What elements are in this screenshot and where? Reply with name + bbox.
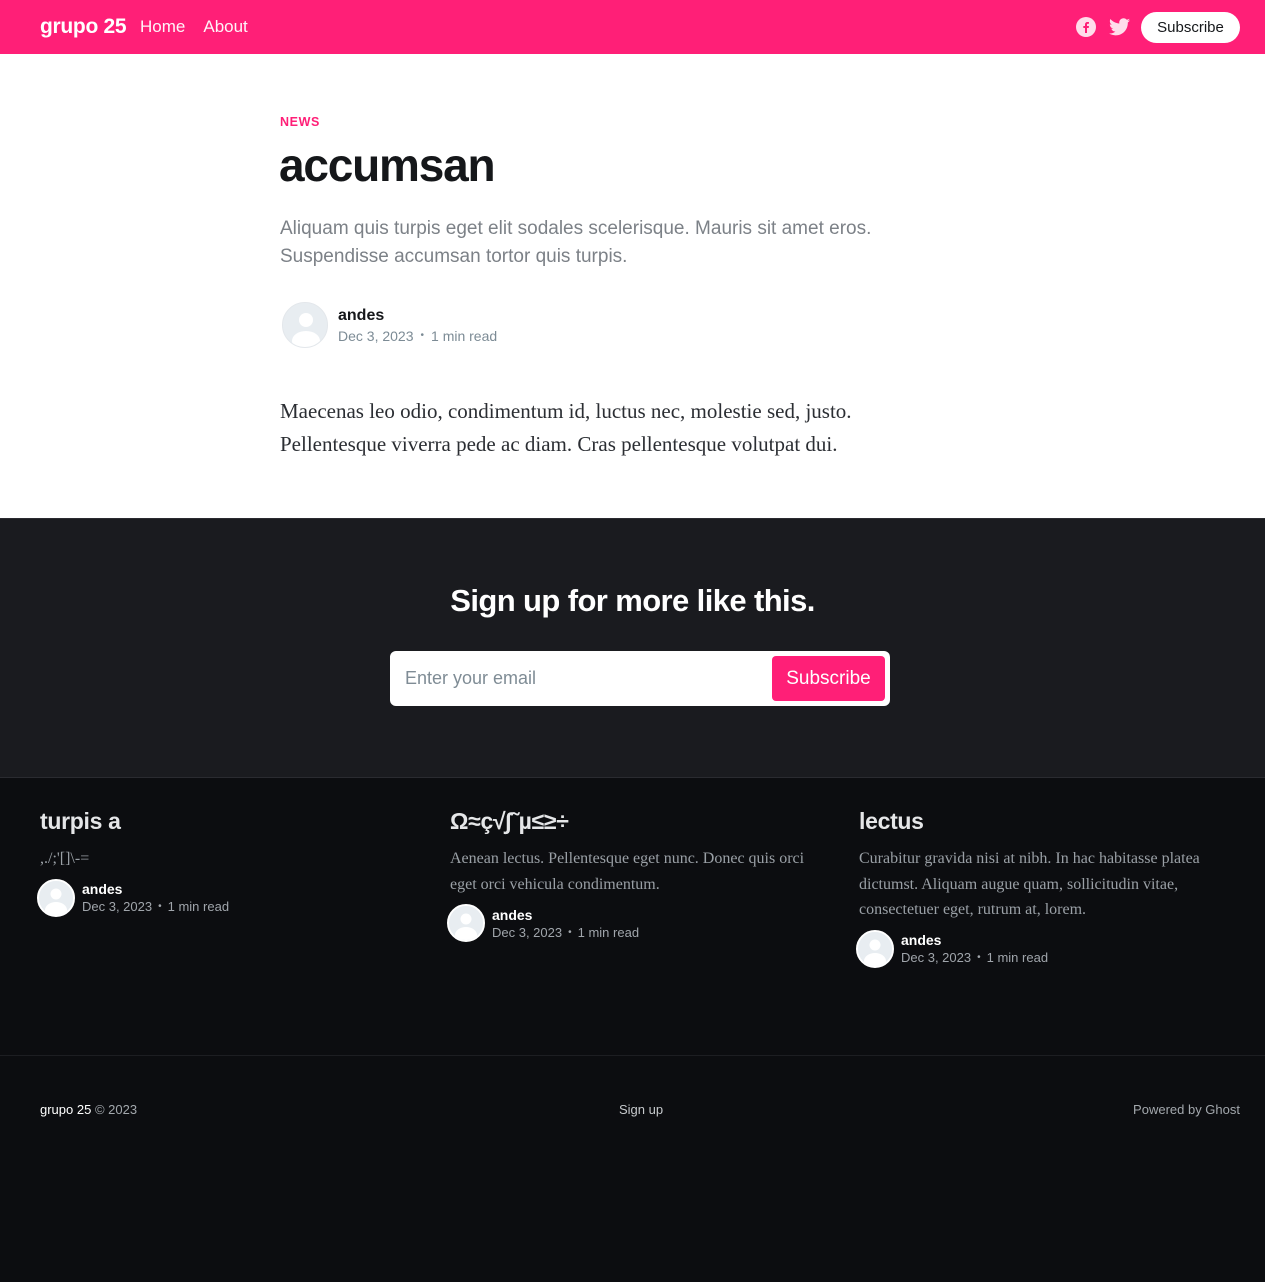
twitter-icon[interactable] [1109, 17, 1130, 37]
nav-about[interactable]: About [203, 17, 247, 37]
card-byline: andes Dec 3, 2023 • 1 min read [447, 904, 820, 942]
site-header: grupo 25 Home About Subscribe [0, 0, 1265, 54]
signup-title: Sign up for more like this. [450, 583, 815, 618]
reading-time: 1 min read [167, 899, 230, 914]
related-card[interactable]: lectus Curabitur gravida nisi at nibh. I… [856, 808, 1240, 968]
article-byline: andes Dec 3, 2023 • 1 min read [282, 302, 497, 348]
card-title[interactable]: turpis a [40, 808, 410, 835]
article-body: Maecenas leo odio, condimentum id, luctu… [280, 399, 852, 456]
card-title[interactable]: lectus [859, 808, 1240, 835]
footer-site-name[interactable]: grupo 25 [40, 1102, 91, 1117]
post-date: Dec 3, 2023 [338, 327, 414, 344]
article: NEWS accumsan Aliquam quis turpis eget e… [0, 54, 1265, 518]
author-name[interactable]: andes [338, 307, 497, 325]
meta-separator: • [568, 926, 572, 938]
post-date: Dec 3, 2023 [82, 899, 153, 914]
meta-separator: • [158, 901, 162, 912]
related-posts: turpis a ,./;'[]\-= andes Dec 3, 2023 • … [0, 777, 1265, 1055]
main-nav: Home About [140, 17, 248, 37]
header-subscribe-button[interactable]: Subscribe [1141, 12, 1240, 43]
author-name[interactable]: andes [901, 932, 1048, 948]
facebook-icon[interactable] [1076, 17, 1096, 37]
reading-time: 1 min read [431, 327, 498, 344]
copyright-text: © 2023 [94, 1102, 138, 1117]
meta-separator: • [420, 330, 425, 341]
card-excerpt: Curabitur gravida nisi at nibh. In hac h… [859, 850, 1200, 918]
footer-copyright: grupo 25 © 2023 [40, 1102, 137, 1117]
post-date: Dec 3, 2023 [901, 950, 972, 965]
card-byline: andes Dec 3, 2023 • 1 min read [856, 929, 1240, 968]
avatar[interactable] [282, 302, 328, 348]
article-title: accumsan [279, 139, 496, 191]
email-field[interactable] [405, 651, 755, 706]
card-title[interactable]: Ω≈ç√∫˜µ≤≥÷ [450, 808, 820, 835]
nav-home[interactable]: Home [140, 17, 185, 37]
reading-time: 1 min read [577, 924, 640, 940]
avatar[interactable] [856, 929, 894, 968]
reading-time: 1 min read [986, 950, 1049, 965]
meta-separator: • [977, 952, 981, 963]
signup-form: Subscribe [390, 651, 890, 706]
article-tag[interactable]: NEWS [280, 115, 320, 129]
signup-section: Sign up for more like this. Subscribe [0, 518, 1265, 777]
footer-signup-link[interactable]: Sign up [619, 1102, 663, 1117]
site-logo[interactable]: grupo 25 [40, 15, 127, 39]
avatar[interactable] [37, 878, 75, 917]
article-excerpt: Aliquam quis turpis eget elit sodales sc… [280, 218, 872, 267]
author-name[interactable]: andes [82, 881, 229, 897]
post-date: Dec 3, 2023 [492, 924, 563, 940]
site-footer: grupo 25 © 2023 Sign up Powered by Ghost [0, 1055, 1265, 1282]
related-card[interactable]: turpis a ,./;'[]\-= andes Dec 3, 2023 • … [37, 808, 410, 917]
card-excerpt: Aenean lectus. Pellentesque eget nunc. D… [450, 850, 805, 893]
author-name[interactable]: andes [492, 907, 639, 923]
card-excerpt: ,./;'[]\-= [40, 850, 90, 867]
powered-by-link[interactable]: Powered by Ghost [1133, 1102, 1240, 1117]
related-card[interactable]: Ω≈ç√∫˜µ≤≥÷ Aenean lectus. Pellentesque e… [447, 808, 820, 942]
card-byline: andes Dec 3, 2023 • 1 min read [37, 878, 410, 917]
signup-subscribe-button[interactable]: Subscribe [772, 656, 885, 701]
avatar[interactable] [447, 904, 485, 942]
